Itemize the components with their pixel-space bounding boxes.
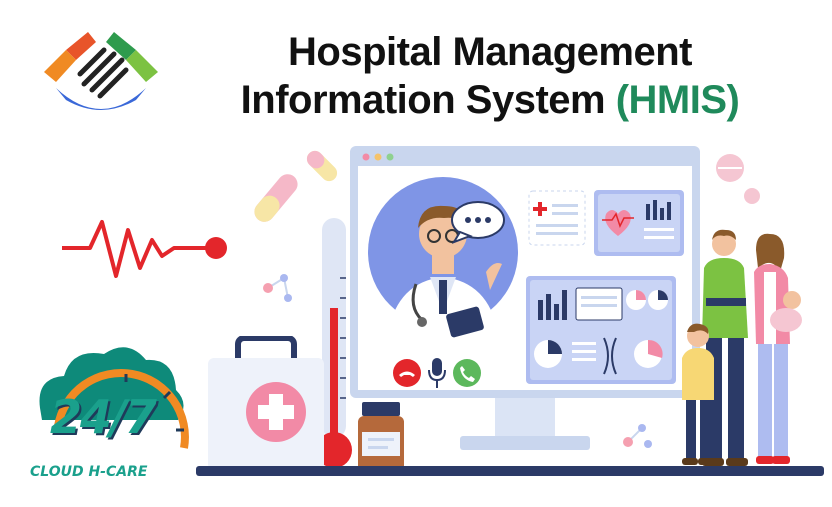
doctor-video-call — [368, 172, 518, 342]
heartbeat-icon — [62, 220, 227, 278]
title-line-2: Information System (HMIS) — [200, 76, 780, 124]
logo — [36, 20, 166, 125]
end-call-button[interactable] — [392, 358, 422, 388]
microphone-icon — [428, 358, 446, 388]
title-acronym: (HMIS) — [615, 78, 740, 122]
accept-call-icon — [453, 359, 481, 387]
cloud-hcare-badge: 24/7 CLOUD H-CARE — [28, 330, 198, 486]
medical-note-card — [528, 190, 586, 246]
pill-decoration — [742, 186, 762, 206]
title-line-1: Hospital Management — [288, 30, 692, 74]
chat-bubble-icon — [450, 200, 506, 244]
molecule-decoration — [258, 268, 298, 308]
microphone-button[interactable] — [426, 356, 448, 390]
pill-decoration — [712, 150, 752, 190]
pill-decoration — [302, 146, 342, 186]
first-aid-kit — [206, 336, 326, 472]
logo-icon — [44, 32, 158, 110]
page-title: Hospital Management Information System (… — [200, 28, 780, 124]
badge-number: 24/7 — [50, 390, 157, 444]
family-illustration — [668, 228, 808, 470]
title-line-2-text: Information System — [240, 78, 616, 122]
accept-call-button[interactable] — [452, 358, 482, 388]
medicine-bottle — [356, 402, 406, 472]
end-call-icon — [393, 359, 421, 387]
pill-decoration — [246, 168, 306, 228]
dashboard-card — [526, 276, 676, 384]
badge-brand: CLOUD H-CARE — [30, 464, 148, 480]
heartbeat — [62, 210, 232, 290]
